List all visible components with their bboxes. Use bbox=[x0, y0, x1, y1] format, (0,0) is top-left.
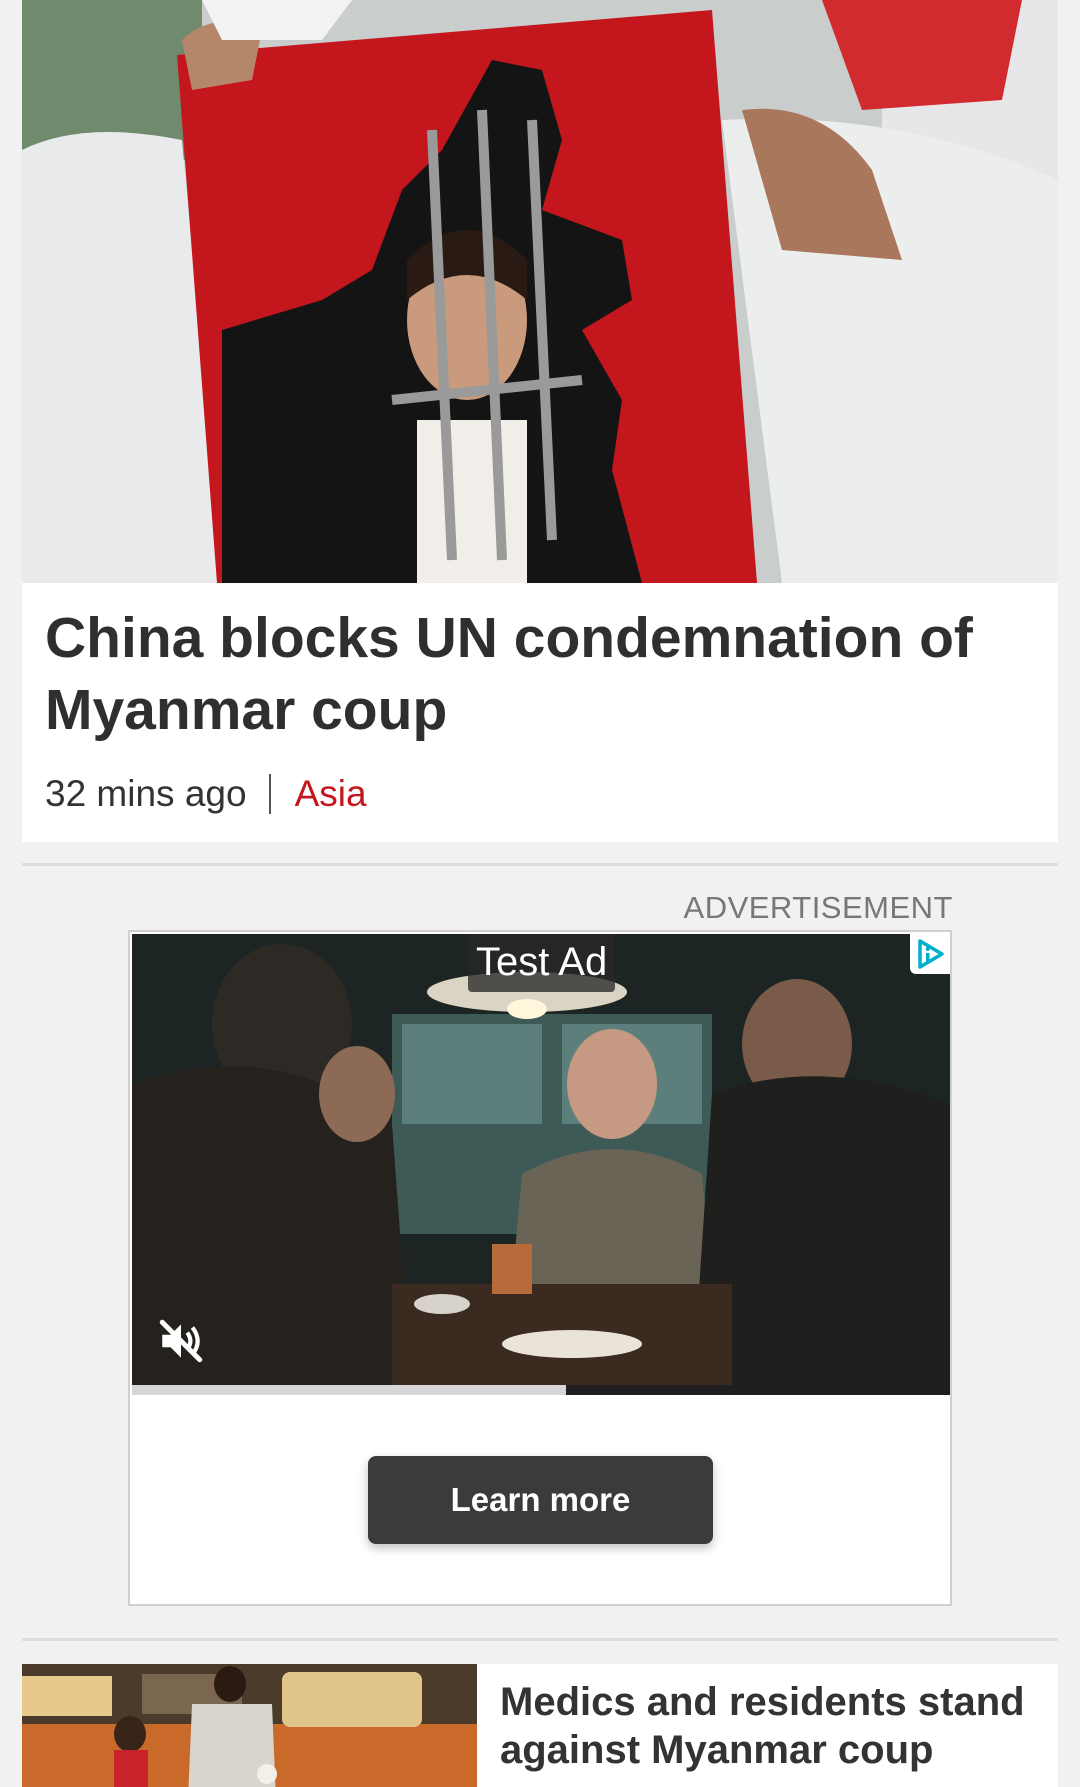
lead-story-meta: 32 mins ago Asia bbox=[45, 768, 367, 820]
adchoices-icon[interactable] bbox=[910, 934, 950, 974]
learn-more-button[interactable]: Learn more bbox=[368, 1456, 713, 1544]
lead-story-title[interactable]: China blocks UN condemnation of Myanmar … bbox=[45, 602, 1035, 746]
test-ad-tag: Test Ad bbox=[468, 934, 616, 992]
lead-story-image[interactable] bbox=[22, 0, 1058, 583]
news-feed: China blocks UN condemnation of Myanmar … bbox=[0, 0, 1080, 1787]
divider bbox=[22, 863, 1058, 866]
story-thumbnail[interactable] bbox=[22, 1664, 477, 1787]
story-title[interactable]: Medics and residents stand against Myanm… bbox=[500, 1678, 1040, 1774]
ad-video-frame bbox=[132, 934, 950, 1395]
divider bbox=[22, 1638, 1058, 1641]
timestamp: 32 mins ago bbox=[45, 773, 247, 814]
ad-label: ADVERTISEMENT bbox=[683, 890, 953, 925]
ad-video[interactable]: Test Ad bbox=[132, 934, 950, 1395]
volume-muted-icon[interactable] bbox=[156, 1316, 206, 1366]
lead-story-card[interactable]: China blocks UN condemnation of Myanmar … bbox=[22, 0, 1058, 842]
street-scene-photo bbox=[22, 1664, 477, 1787]
protest-poster-photo bbox=[22, 0, 1058, 583]
ad-container[interactable]: Test Ad Learn more bbox=[128, 930, 952, 1606]
adchoices-icon-glyph bbox=[918, 939, 944, 969]
section-link[interactable]: Asia bbox=[295, 768, 367, 820]
meta-separator bbox=[268, 774, 271, 814]
video-progress-bar[interactable] bbox=[132, 1385, 950, 1395]
video-progress-fill bbox=[132, 1385, 566, 1395]
story-card[interactable]: Medics and residents stand against Myanm… bbox=[22, 1664, 1058, 1787]
